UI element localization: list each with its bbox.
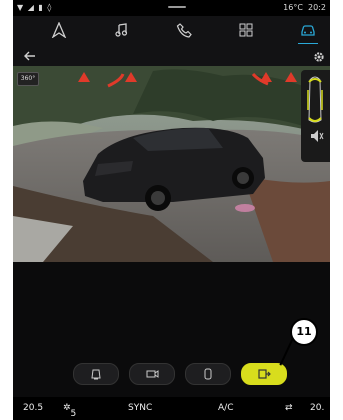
recirculation-icon[interactable]: ⇄ <box>285 403 293 413</box>
rear-camera-icon <box>91 369 101 380</box>
climate-bar: 20.5 ✲ 5 SYNC A/C ⇄ 20. <box>13 397 330 420</box>
sync-button[interactable]: SYNC <box>128 403 152 413</box>
outside-temperature: 16°C <box>283 3 303 12</box>
sensor-view-button[interactable]: 360° <box>17 72 39 86</box>
camera-mode-bar <box>73 360 309 386</box>
auto-park-button[interactable] <box>241 363 287 385</box>
car-icon[interactable] <box>298 22 318 45</box>
status-bar: ▼ ◢ ▮ ◊ 16°C 20:2 <box>13 0 330 16</box>
clock: 20:2 <box>308 3 326 12</box>
back-arrow-icon[interactable] <box>23 48 37 62</box>
ac-button[interactable]: A/C <box>218 403 233 413</box>
car-top-icon <box>204 368 212 380</box>
gear-icon[interactable] <box>313 48 325 62</box>
left-temperature[interactable]: 20.5 <box>23 403 43 413</box>
infotainment-screen: ▼ ◢ ▮ ◊ 16°C 20:2 360° 20.5 ✲ 5 SYNC A/C… <box>13 0 330 420</box>
right-temperature[interactable]: 20. <box>310 403 324 413</box>
camera-image <box>13 66 330 262</box>
navigation-icon[interactable] <box>51 21 67 39</box>
fan-speed: 5 <box>70 409 77 419</box>
top-view-button[interactable] <box>185 363 231 385</box>
fan-control[interactable]: ✲ 5 <box>63 403 76 419</box>
parking-sensor-panel <box>301 70 330 162</box>
top-navigation <box>13 16 330 45</box>
sub-header <box>13 44 330 66</box>
apps-icon[interactable] <box>238 22 254 38</box>
status-icons: ▼ ◢ ▮ ◊ <box>17 3 53 12</box>
music-icon[interactable] <box>113 22 129 38</box>
phone-icon[interactable] <box>176 22 192 38</box>
drag-handle[interactable] <box>168 6 186 8</box>
callout-marker: 11 <box>290 318 318 346</box>
front-view-button[interactable] <box>129 363 175 385</box>
camera-icon <box>146 370 159 378</box>
rear-view-button[interactable] <box>73 363 119 385</box>
park-assist-icon <box>258 369 271 379</box>
camera-view: 360° <box>13 66 330 262</box>
